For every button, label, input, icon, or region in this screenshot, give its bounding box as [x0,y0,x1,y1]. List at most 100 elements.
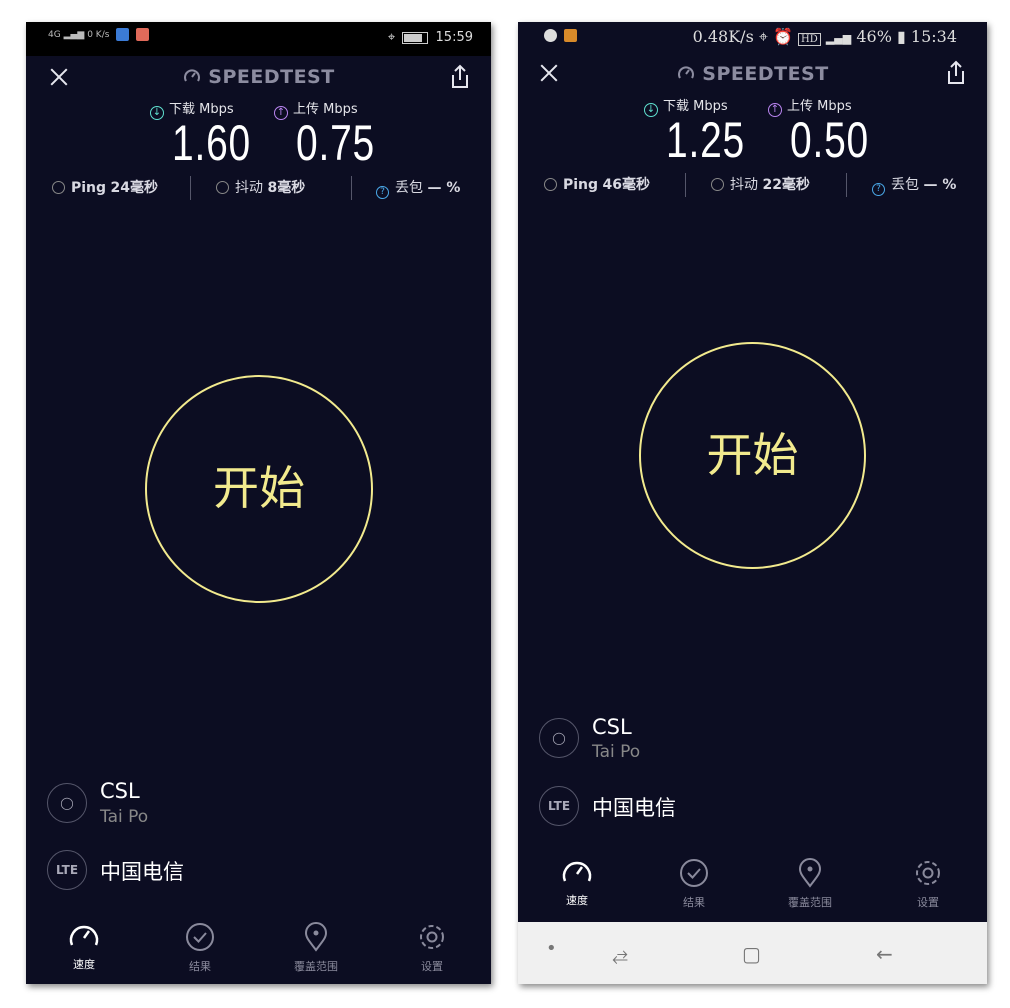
status-bar: 4G ▂▄▆ 0 K/s ⌖ 15:59 [26,22,491,56]
start-button[interactable]: 开始 [639,342,866,569]
status-left [540,29,577,42]
speedtest-logo-icon [184,69,201,82]
back-icon[interactable]: ← [876,942,893,966]
isp-location: Tai Po [100,807,149,827]
jitter-icon [216,181,229,194]
network-indicator: 4G [48,30,61,40]
upload-value: 0.50 [790,112,870,168]
help-icon[interactable]: ? [376,186,389,199]
nav-results-label: 结果 [683,896,705,909]
jitter-stat: 抖动 22毫秒 [711,174,810,194]
status-left: 4G ▂▄▆ 0 K/s [48,28,150,41]
map-pin-icon [798,858,822,888]
home-icon[interactable]: ▢ [742,942,761,966]
map-pin-icon [304,922,328,952]
isp-location: Tai Po [592,742,641,762]
download-value: 1.60 [172,115,252,171]
nav-coverage[interactable]: 覆盖范围 [271,922,361,974]
ping-icon [52,181,65,194]
phone-screen-right: 0.48K/s ⌖ ⏰ HD ▂▄▆ 46% ▮ 15:34 SPEEDTEST… [518,22,987,984]
ping-icon [544,178,557,191]
loss-stat: ? 丢包 — % [872,174,956,196]
phone-screen-left: 4G ▂▄▆ 0 K/s ⌖ 15:59 SPEEDTEST ↓ 下载 Mbps … [26,22,491,984]
upload-icon: ↑ [274,106,288,120]
nav-settings-label: 设置 [917,896,939,909]
start-button[interactable]: 开始 [145,375,373,603]
nav-settings[interactable]: 设置 [883,858,973,910]
app-notification-icon [563,29,577,42]
ping-label: Ping [563,177,599,193]
nav-speed[interactable]: 速度 [39,920,129,972]
ping-stat: Ping 46毫秒 [544,174,650,194]
clock: 15:59 [435,30,473,45]
status-bar: 0.48K/s ⌖ ⏰ HD ▂▄▆ 46% ▮ 15:34 [518,22,987,56]
lte-icon: LTE [47,850,87,890]
system-nav-bar: • ⥄ ▢ ← [518,922,987,984]
isp-name[interactable]: CSL [100,779,140,803]
ping-stat: Ping 24毫秒 [52,177,158,197]
nav-results[interactable]: 结果 [649,858,739,910]
app-notification-icon [136,28,150,41]
hd-badge: HD [798,33,821,46]
nav-coverage-label: 覆盖范围 [788,896,832,909]
battery-percent: 46% [856,27,892,46]
speedometer-icon [69,925,99,946]
signal-icon: ▂▄▆ [63,30,85,40]
nav-results[interactable]: 结果 [155,922,245,974]
jitter-value: 22毫秒 [762,177,810,193]
battery-icon [402,31,429,44]
gear-icon [420,925,444,949]
nav-speed[interactable]: 速度 [532,856,622,908]
jitter-label: 抖动 [235,180,263,196]
loss-stat: ? 丢包 — % [376,177,460,199]
clock: 15:34 [910,27,957,46]
app-notification-icon [116,28,130,41]
divider [351,176,352,200]
lte-icon: LTE [539,786,579,826]
nav-settings[interactable]: 设置 [387,922,477,974]
signal-icon: ▂▄▆ [825,32,852,45]
location-icon: ⌖ [387,30,396,45]
recents-icon[interactable]: ⥄ [612,942,628,966]
download-value: 1.25 [666,112,746,168]
nav-speed-label: 速度 [73,958,95,971]
nav-coverage[interactable]: 覆盖范围 [765,858,855,910]
status-right: ⌖ 15:59 [388,30,473,45]
jitter-value: 8毫秒 [267,180,306,196]
app-title: SPEEDTEST [518,63,987,85]
brand-name: SPEEDTEST [208,66,335,88]
gear-icon [916,861,940,885]
share-icon[interactable] [445,62,475,92]
nav-results-label: 结果 [189,960,211,973]
brand-name: SPEEDTEST [702,63,829,85]
upload-value: 0.75 [296,115,376,171]
nav-settings-label: 设置 [421,960,443,973]
location-icon: ⌖ [758,27,768,46]
divider [685,173,686,197]
carrier-name: 中国电信 [592,796,676,820]
download-icon: ↓ [150,106,164,120]
nav-coverage-label: 覆盖范围 [294,960,338,973]
speedtest-logo-icon [678,66,695,79]
divider [846,173,847,197]
ping-label: Ping [71,180,107,196]
divider [190,176,191,200]
check-circle-icon [186,923,214,951]
app-notification-icon [544,29,557,42]
check-circle-icon [680,859,708,887]
isp-name[interactable]: CSL [592,715,632,739]
carrier-name: 中国电信 [100,860,184,884]
nav-dot-icon[interactable]: • [546,938,557,959]
globe-icon: ◯ [47,783,87,823]
status-right: 0.48K/s ⌖ ⏰ HD ▂▄▆ 46% ▮ 15:34 [693,27,957,47]
ping-value: 46毫秒 [602,177,650,193]
globe-icon: ◯ [539,718,579,758]
net-speed: 0 K/s [87,30,110,40]
app-title: SPEEDTEST [26,66,491,88]
loss-value: — % [427,180,461,196]
jitter-stat: 抖动 8毫秒 [216,177,305,197]
alarm-icon: ⏰ [772,27,793,46]
share-icon[interactable] [941,58,971,88]
help-icon[interactable]: ? [872,183,885,196]
jitter-icon [711,178,724,191]
